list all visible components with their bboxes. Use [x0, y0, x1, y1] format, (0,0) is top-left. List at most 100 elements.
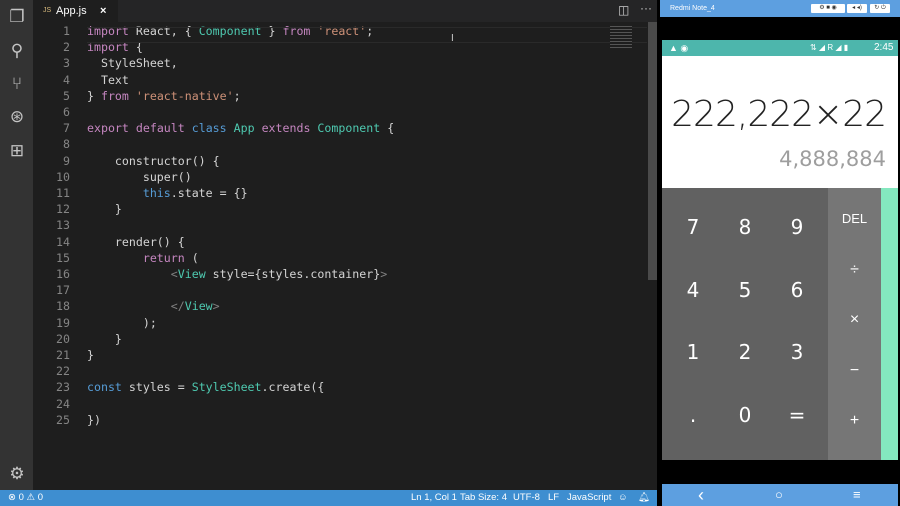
- key-button[interactable]: =: [771, 384, 823, 446]
- signal-icons: ⇅ ◢ R ◢ ▮: [810, 43, 849, 52]
- key-button[interactable]: 0: [719, 384, 771, 446]
- feedback-smiley-icon[interactable]: ☺: [618, 490, 628, 506]
- home-icon[interactable]: ○: [775, 484, 783, 506]
- minimap[interactable]: [610, 24, 632, 48]
- code-token: }): [87, 412, 101, 427]
- code-token: View: [184, 299, 213, 314]
- key-button[interactable]: 5: [719, 259, 771, 321]
- key-button[interactable]: .: [667, 384, 719, 446]
- code-token: .state = {}: [170, 186, 248, 200]
- code-text: this.state = {}: [87, 185, 248, 201]
- code-token: );: [87, 315, 157, 330]
- code-token: this: [142, 186, 171, 200]
- line-number: 20: [56, 331, 70, 346]
- code-editor[interactable]: 1 import React, { Component } from 'react…: [33, 22, 657, 490]
- network-type: R: [827, 43, 834, 52]
- split-editor-icon[interactable]: ◫: [618, 3, 629, 17]
- code-token: StyleSheet: [191, 380, 262, 395]
- editor-scrollbar[interactable]: [648, 22, 657, 280]
- operator-pad: DEL ÷ × − +: [828, 188, 881, 460]
- operator-button[interactable]: ×: [828, 295, 881, 345]
- notification-icon: ▲ ◉: [669, 43, 689, 53]
- extensions-icon[interactable]: ⊞: [6, 140, 28, 162]
- code-text: StyleSheet,: [87, 55, 178, 71]
- code-text: }: [87, 331, 122, 347]
- code-token: super(): [87, 169, 192, 184]
- code-text: </View>: [87, 298, 220, 314]
- advanced-panel-handle[interactable]: [881, 188, 898, 460]
- code-token: }: [87, 348, 94, 362]
- key-button[interactable]: 7: [667, 196, 719, 258]
- tab-app-js[interactable]: JS App.js ×: [33, 0, 118, 22]
- line-ending[interactable]: LF: [548, 490, 559, 506]
- line-number: 3: [63, 56, 70, 71]
- rotate-power-controls[interactable]: ↻ ⏻: [870, 4, 890, 13]
- line-number: 13: [56, 218, 70, 233]
- android-nav-bar: ‹ ○ ≡: [662, 484, 898, 506]
- code-token: .create({: [261, 380, 325, 395]
- js-file-icon: JS: [43, 7, 52, 14]
- search-icon[interactable]: ⚲: [6, 40, 28, 62]
- code-token: return: [142, 250, 185, 265]
- code-text: }: [87, 347, 94, 363]
- operator-button[interactable]: ÷: [828, 245, 881, 295]
- android-status-bar: ▲ ◉ ⇅ ◢ R ◢ ▮ 2:45: [662, 40, 898, 56]
- line-number: 18: [56, 299, 70, 314]
- key-button[interactable]: 6: [771, 259, 823, 321]
- key-button[interactable]: 4: [667, 259, 719, 321]
- text-cursor-icon: I: [451, 33, 454, 44]
- line-number: 25: [56, 412, 70, 427]
- code-token: Component: [317, 121, 381, 136]
- code-text: Text: [87, 72, 129, 88]
- key-button[interactable]: 3: [771, 321, 823, 383]
- encoding[interactable]: UTF-8: [513, 490, 540, 506]
- camera-controls[interactable]: ⚙ ■ ◉: [811, 4, 845, 13]
- operator-button[interactable]: +: [828, 396, 881, 446]
- operator-button[interactable]: −: [828, 346, 881, 396]
- line-number: 9: [63, 153, 70, 168]
- close-tab-icon[interactable]: ×: [100, 0, 106, 22]
- explorer-icon[interactable]: ❐: [6, 6, 28, 28]
- warning-count: 0: [37, 492, 43, 503]
- code-token: style={styles.container}: [205, 267, 381, 281]
- operator-button[interactable]: DEL: [828, 194, 881, 244]
- debug-icon[interactable]: ⊛: [6, 106, 28, 128]
- status-bar: ⊗ 0 ⚠ 0 Ln 1, Col 1 Tab Size: 4 UTF-8 LF…: [0, 490, 657, 506]
- line-number: 19: [56, 315, 70, 330]
- activity-bar: ❐ ⚲ ⑂ ⊛ ⊞ ⚙: [0, 0, 33, 490]
- problems-indicator[interactable]: ⊗ 0 ⚠ 0: [8, 490, 43, 506]
- more-actions-icon[interactable]: ···: [640, 1, 652, 15]
- cursor-position[interactable]: Ln 1, Col 1: [411, 490, 457, 506]
- line-number: 10: [56, 169, 70, 184]
- key-button[interactable]: 1: [667, 321, 719, 383]
- line-number: 17: [56, 283, 70, 298]
- result-preview: 4,888,884: [779, 147, 886, 171]
- tab-size[interactable]: Tab Size: 4: [460, 490, 507, 506]
- key-button[interactable]: 9: [771, 196, 823, 258]
- number-pad: 7 8 9 4 5 6 1 2 3. 0 =: [662, 188, 828, 460]
- settings-gear-icon[interactable]: ⚙: [6, 463, 28, 485]
- code-token: styles =: [121, 380, 192, 395]
- code-token: Text: [87, 72, 129, 87]
- notifications-bell-icon[interactable]: 🔔︎: [638, 490, 650, 506]
- back-icon[interactable]: ‹: [698, 484, 704, 506]
- line-number: 4: [63, 72, 70, 87]
- key-button[interactable]: 2: [719, 321, 771, 383]
- code-text: const styles = StyleSheet.create({: [87, 379, 324, 395]
- line-number: 14: [56, 234, 70, 249]
- code-text: export default class App extends Compone…: [87, 120, 394, 136]
- volume-controls[interactable]: ◂ ◂): [847, 4, 867, 13]
- code-text: constructor() {: [87, 153, 220, 169]
- key-button[interactable]: 8: [719, 196, 771, 258]
- code-token: >: [380, 267, 388, 281]
- line-number: 5: [63, 88, 70, 103]
- recents-icon[interactable]: ≡: [853, 484, 861, 506]
- language-mode[interactable]: JavaScript: [567, 490, 611, 506]
- source-control-icon[interactable]: ⑂: [6, 73, 28, 95]
- code-token: render() {: [87, 234, 185, 249]
